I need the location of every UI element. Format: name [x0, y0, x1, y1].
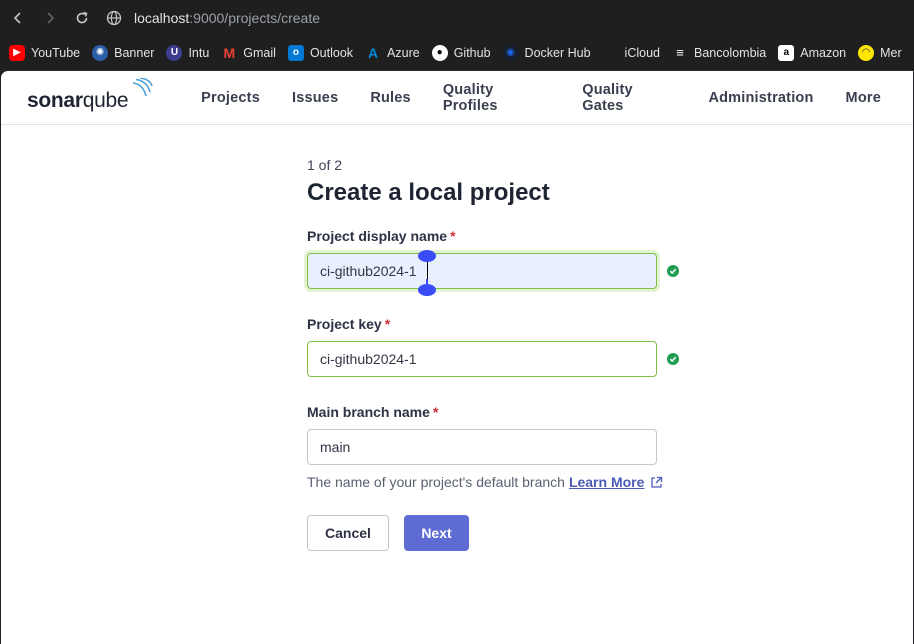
amazon-icon: a — [778, 44, 795, 61]
nav-quality-gates[interactable]: Quality Gates — [582, 82, 676, 114]
bookmark-label: Azure — [387, 45, 420, 60]
bookmark-mercadolibre[interactable]: ◠ Mer — [858, 44, 902, 61]
check-circle-icon — [667, 353, 679, 365]
external-link-icon — [651, 476, 663, 488]
sonarqube-logo[interactable]: sonarqube — [27, 77, 176, 113]
project-key-input[interactable] — [307, 341, 657, 377]
cancel-button[interactable]: Cancel — [307, 515, 389, 551]
bookmark-youtube[interactable]: ▶ YouTube — [9, 44, 81, 61]
bookmark-azure[interactable]: A Azure — [365, 45, 420, 61]
github-icon: ● — [431, 44, 448, 61]
gmail-icon: M — [223, 44, 236, 61]
project-key-label: Project key — [307, 316, 382, 332]
page-content: sonarqube Projects Issues Rules Quality … — [1, 71, 913, 644]
banner-icon: ✺ — [92, 44, 109, 61]
branch-helper: The name of your project's default branc… — [307, 474, 663, 490]
required-mark: * — [450, 228, 456, 244]
nav-more[interactable]: More — [846, 90, 881, 106]
display-name-label: Project display name — [307, 228, 448, 244]
bookmark-label: Banner — [114, 45, 155, 60]
bookmark-label: Docker Hub — [524, 45, 591, 60]
page-title: Create a local project — [307, 179, 550, 206]
mercadolibre-icon: ◠ — [858, 44, 875, 61]
nav-quality-profiles[interactable]: Quality Profiles — [443, 82, 550, 114]
reload-button[interactable] — [66, 2, 98, 34]
selection-handle-stem — [426, 256, 428, 262]
chevron-left-icon — [13, 11, 21, 24]
site-info-icon[interactable] — [106, 10, 122, 26]
bookmark-label: Intu — [188, 45, 210, 60]
bookmark-outlook[interactable]: o Outlook — [287, 44, 354, 61]
branch-label: Main branch name — [307, 404, 430, 420]
branch-field: Main branch name* The name of your proje… — [307, 404, 697, 494]
docker-icon: ◉ — [502, 44, 519, 61]
required-mark: * — [384, 316, 391, 332]
bookmark-gmail[interactable]: M Gmail — [221, 45, 276, 61]
form-actions: Cancel Next — [307, 515, 507, 555]
bookmark-bancolombia[interactable]: ≡ Bancolombia — [672, 45, 766, 61]
bookmark-docker-hub[interactable]: ◉ Docker Hub — [502, 44, 591, 61]
display-name-field: Project display name * — [307, 228, 687, 298]
sonar-waves-icon — [132, 77, 153, 96]
intu-icon: U — [166, 44, 183, 61]
bookmark-label: YouTube — [31, 45, 81, 60]
top-navigation: sonarqube Projects Issues Rules Quality … — [1, 71, 913, 125]
bookmark-icloud[interactable]: iCloud — [603, 45, 660, 61]
bookmark-label: Github — [453, 45, 491, 60]
main-menu: Projects Issues Rules Quality Profiles Q… — [201, 82, 913, 114]
bookmark-intu[interactable]: U Intu — [166, 44, 210, 61]
url-host: localhost — [134, 9, 190, 26]
bookmark-github[interactable]: ● Github — [431, 44, 491, 61]
required-mark: * — [432, 404, 439, 420]
nav-rules[interactable]: Rules — [370, 90, 411, 106]
next-button[interactable]: Next — [404, 515, 469, 551]
url-path: :9000/projects/create — [189, 9, 321, 26]
bookmark-amazon[interactable]: a Amazon — [778, 44, 847, 61]
youtube-icon: ▶ — [9, 44, 25, 61]
create-project-form: 1 of 2 Create a local project Project di… — [307, 157, 687, 551]
selection-handle-bottom[interactable] — [418, 284, 436, 296]
learn-more-link[interactable]: Learn More — [569, 474, 644, 490]
branch-input[interactable] — [307, 429, 657, 465]
learn-more-label: Learn More — [568, 474, 645, 490]
bookmark-label: Outlook — [309, 45, 354, 60]
step-indicator: 1 of 2 — [307, 157, 343, 173]
bookmark-banner[interactable]: ✺ Banner — [92, 44, 155, 61]
bookmark-label: iCloud — [624, 45, 660, 60]
check-circle-icon — [667, 265, 679, 277]
logo-text-bold: sonar — [27, 88, 83, 112]
bancolombia-icon: ≡ — [676, 45, 684, 60]
browser-toolbar: localhost:9000/projects/create — [0, 0, 914, 35]
reload-icon — [76, 11, 88, 23]
display-name-input[interactable] — [307, 253, 657, 289]
project-key-field: Project key * — [307, 316, 687, 386]
outlook-icon: o — [287, 44, 304, 61]
nav-issues[interactable]: Issues — [292, 90, 338, 106]
bookmark-label: Mer — [880, 45, 902, 60]
azure-icon: A — [367, 44, 379, 61]
text-caret — [427, 262, 428, 279]
forward-button[interactable] — [34, 2, 66, 34]
url-bar[interactable]: localhost:9000/projects/create — [106, 4, 320, 32]
bookmark-label: Gmail — [243, 45, 276, 60]
chevron-right-icon — [47, 11, 55, 24]
nav-projects[interactable]: Projects — [201, 90, 260, 106]
branch-helper-text: The name of your project's default branc… — [307, 474, 565, 490]
bookmark-label: Bancolombia — [693, 45, 767, 60]
logo-text-light: qube — [82, 88, 129, 112]
apple-icon — [603, 45, 619, 61]
bookmarks-bar: ▶ YouTube ✺ Banner U Intu M Gmail o Outlook A… — [0, 35, 914, 71]
back-button[interactable] — [2, 2, 34, 34]
nav-administration[interactable]: Administration — [708, 90, 813, 106]
bookmark-label: Amazon — [800, 45, 847, 60]
